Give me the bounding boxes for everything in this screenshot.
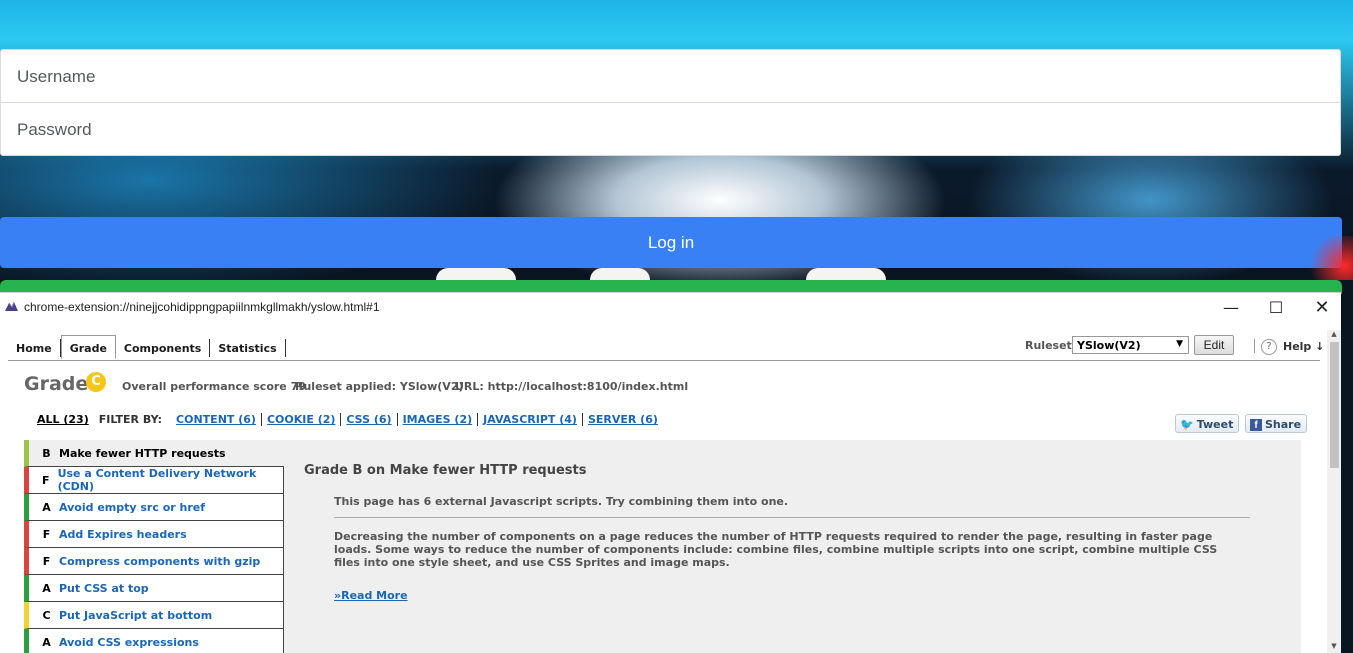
vertical-scrollbar[interactable]: ▲ ▼ xyxy=(1327,330,1341,653)
tab-bar: Home Grade Components Statistics xyxy=(8,335,286,361)
rule-grade: A xyxy=(42,581,51,595)
background-light xyxy=(436,268,516,280)
facebook-icon: f xyxy=(1250,418,1262,431)
detail-finding: This page has 6 external Javascript scri… xyxy=(334,495,789,508)
title-bar[interactable]: chrome-extension://ninejjcohidippngpapii… xyxy=(0,293,1341,323)
scroll-up-icon[interactable]: ▲ xyxy=(1327,330,1341,340)
rulesets-label: Rulesets xyxy=(1025,339,1079,352)
help-link[interactable]: Help ↓ xyxy=(1283,340,1324,353)
read-more-link[interactable]: »Read More xyxy=(334,589,408,602)
rule-grade: F xyxy=(42,527,51,541)
edit-button[interactable]: Edit xyxy=(1194,335,1234,355)
rule-grade: B xyxy=(42,446,51,460)
ruleset-applied: Ruleset applied: YSlow(V2) xyxy=(295,380,464,393)
username-field[interactable]: Username xyxy=(0,49,1341,103)
rule-grade: F xyxy=(42,473,50,487)
rule-item[interactable]: A Put CSS at top xyxy=(24,575,284,602)
tab-home[interactable]: Home xyxy=(8,339,61,357)
rule-title: Make fewer HTTP requests xyxy=(59,446,226,460)
rule-title: Put JavaScript at bottom xyxy=(59,608,213,622)
rule-title: Put CSS at top xyxy=(59,581,149,595)
minimize-button[interactable]: — xyxy=(1216,297,1246,319)
rule-title: Use a Content Delivery Network (CDN) xyxy=(57,467,257,493)
tweet-label: Tweet xyxy=(1196,418,1234,431)
tab-statistics[interactable]: Statistics xyxy=(210,339,286,357)
close-button[interactable]: ✕ xyxy=(1307,297,1337,319)
help-icon[interactable]: ? xyxy=(1261,339,1277,355)
filter-by-label: FILTER BY: xyxy=(98,413,163,426)
background-light xyxy=(1305,236,1353,280)
rule-grade: A xyxy=(42,500,51,514)
rule-grade: C xyxy=(42,608,51,622)
filter-server[interactable]: SERVER (6) xyxy=(581,413,663,426)
yslow-app-icon xyxy=(5,301,18,311)
dropdown-arrow-icon: ▼ xyxy=(1176,339,1183,349)
maximize-button[interactable]: ☐ xyxy=(1261,297,1291,319)
filter-javascript[interactable]: JAVASCRIPT (4) xyxy=(477,413,582,426)
scroll-thumb[interactable] xyxy=(1330,342,1339,468)
rule-item[interactable]: F Add Expires headers xyxy=(24,521,284,548)
detail-title: Grade B on Make fewer HTTP requests xyxy=(304,463,587,478)
rule-title: Avoid CSS expressions xyxy=(59,635,199,649)
grade-heading: Grade xyxy=(24,373,89,395)
detail-description: Decreasing the number of components on a… xyxy=(334,530,1218,569)
rule-item[interactable]: B Make fewer HTTP requests xyxy=(24,440,284,467)
share-button[interactable]: f Share xyxy=(1245,414,1308,433)
filter-images[interactable]: IMAGES (2) xyxy=(396,413,478,426)
rulesets-select[interactable]: YSlow(V2) ▼ xyxy=(1072,336,1189,354)
filter-cookie[interactable]: COOKIE (2) xyxy=(260,413,340,426)
divider xyxy=(334,517,1250,518)
rule-grade: F xyxy=(42,554,51,568)
page-url: URL: http://localhost:8100/index.html xyxy=(455,380,689,393)
background-light xyxy=(806,268,886,280)
filter-all[interactable]: ALL (23) xyxy=(37,413,89,426)
rule-title: Compress components with gzip xyxy=(59,554,261,568)
overall-score: Overall performance score 79 xyxy=(122,380,306,393)
filter-css[interactable]: CSS (6) xyxy=(340,413,396,426)
rulesets-selected-value: YSlow(V2) xyxy=(1077,339,1141,352)
rules-list: B Make fewer HTTP requests F Use a Content … xyxy=(24,440,284,653)
rule-item[interactable]: C Put JavaScript at bottom xyxy=(24,602,284,629)
filter-content[interactable]: CONTENT (6) xyxy=(176,413,261,426)
rule-item[interactable]: A Avoid empty src or href xyxy=(24,494,284,521)
filter-bar: ALL (23) FILTER BY: CONTENT (6) COOKIE (… xyxy=(37,413,663,426)
tab-divider xyxy=(8,360,1320,361)
share-label: Share xyxy=(1265,418,1302,431)
tweet-button[interactable]: 🐦 Tweet xyxy=(1175,414,1240,433)
login-button[interactable]: Log in xyxy=(0,217,1342,268)
password-field[interactable]: Password xyxy=(0,102,1341,156)
rule-title: Avoid empty src or href xyxy=(59,500,206,514)
divider xyxy=(1254,339,1255,353)
rule-detail-panel: Grade B on Make fewer HTTP requests This… xyxy=(284,440,1301,653)
rule-item[interactable]: F Use a Content Delivery Network (CDN) xyxy=(24,467,284,494)
grade-badge: C xyxy=(86,372,106,392)
window-title: chrome-extension://ninejjcohidippngpapii… xyxy=(24,300,380,314)
tab-grade[interactable]: Grade xyxy=(60,335,116,359)
yslow-window: chrome-extension://ninejjcohidippngpapii… xyxy=(0,292,1341,653)
rule-title: Add Expires headers xyxy=(59,527,187,541)
rule-item[interactable]: F Compress components with gzip xyxy=(24,548,284,575)
rule-item[interactable]: A Avoid CSS expressions xyxy=(24,629,284,653)
background-light xyxy=(590,268,650,280)
scroll-down-icon[interactable]: ▼ xyxy=(1327,642,1341,653)
rule-grade: A xyxy=(42,635,51,649)
tab-components[interactable]: Components xyxy=(116,339,211,357)
twitter-icon: 🐦 xyxy=(1180,418,1194,431)
